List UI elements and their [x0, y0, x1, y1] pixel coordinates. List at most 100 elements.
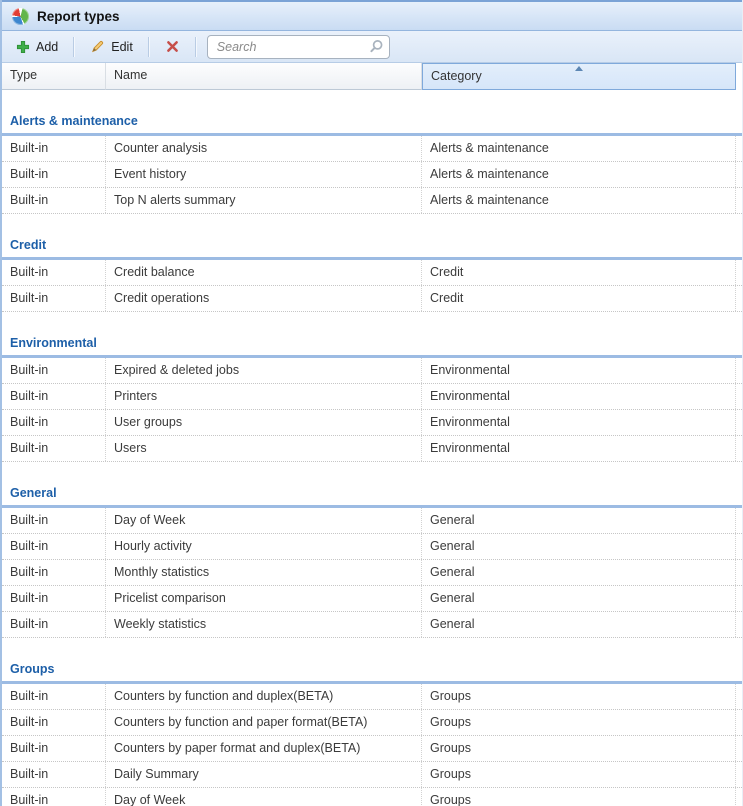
cell-name: Users: [106, 436, 422, 461]
table-row[interactable]: Built-inDaily SummaryGroups: [2, 762, 742, 788]
cell-name: Daily Summary: [106, 762, 422, 787]
row-filler: [736, 710, 742, 735]
table-row[interactable]: Built-inCounters by function and paper f…: [2, 710, 742, 736]
row-filler: [736, 384, 742, 409]
cell-name: Credit balance: [106, 260, 422, 285]
toolbar-separator: [73, 37, 75, 57]
row-filler: [736, 736, 742, 761]
row-filler: [736, 586, 742, 611]
add-button[interactable]: Add: [8, 36, 66, 58]
cell-type: Built-in: [2, 684, 106, 709]
cell-type: Built-in: [2, 508, 106, 533]
report-types-window: Report types Add Edit: [0, 0, 743, 806]
row-filler: [736, 188, 742, 213]
cell-category: General: [422, 508, 736, 533]
table-row[interactable]: Built-inHourly activityGeneral: [2, 534, 742, 560]
grid-header-row: Type Name Category: [2, 63, 742, 90]
magnifier-icon[interactable]: [368, 39, 384, 60]
group-header[interactable]: Environmental: [2, 312, 742, 358]
table-row[interactable]: Built-inPrintersEnvironmental: [2, 384, 742, 410]
cell-category: Credit: [422, 286, 736, 311]
row-filler: [736, 534, 742, 559]
add-button-label: Add: [36, 40, 58, 54]
cell-category: Environmental: [422, 358, 736, 383]
cell-name: Monthly statistics: [106, 560, 422, 585]
table-row[interactable]: Built-inDay of WeekGeneral: [2, 508, 742, 534]
group-header-label: Environmental: [10, 336, 97, 350]
cell-type: Built-in: [2, 410, 106, 435]
group-header-label: Alerts & maintenance: [10, 114, 138, 128]
row-filler: [736, 788, 742, 806]
cell-name: Event history: [106, 162, 422, 187]
red-x-icon: [165, 39, 180, 54]
row-filler: [736, 684, 742, 709]
cell-name: Counters by function and paper format(BE…: [106, 710, 422, 735]
cell-type: Built-in: [2, 260, 106, 285]
table-row[interactable]: Built-inCredit operationsCredit: [2, 286, 742, 312]
group-header[interactable]: Groups: [2, 638, 742, 684]
table-row[interactable]: Built-inCounter analysisAlerts & mainten…: [2, 136, 742, 162]
title-bar: Report types: [2, 0, 742, 31]
group-header[interactable]: Credit: [2, 214, 742, 260]
row-filler: [736, 162, 742, 187]
cell-category: Credit: [422, 260, 736, 285]
cell-category: Groups: [422, 762, 736, 787]
cell-name: User groups: [106, 410, 422, 435]
row-filler: [736, 136, 742, 161]
cell-category: General: [422, 534, 736, 559]
table-row[interactable]: Built-inExpired & deleted jobsEnvironmen…: [2, 358, 742, 384]
grid-body: Alerts & maintenanceBuilt-inCounter anal…: [2, 90, 742, 806]
cell-category: General: [422, 560, 736, 585]
group-header-label: Groups: [10, 662, 54, 676]
table-row[interactable]: Built-inMonthly statisticsGeneral: [2, 560, 742, 586]
cell-type: Built-in: [2, 358, 106, 383]
cell-name: Printers: [106, 384, 422, 409]
cell-type: Built-in: [2, 560, 106, 585]
table-row[interactable]: Built-inPricelist comparisonGeneral: [2, 586, 742, 612]
cell-category: Groups: [422, 684, 736, 709]
cell-category: General: [422, 586, 736, 611]
cell-name: Top N alerts summary: [106, 188, 422, 213]
group-header-label: General: [10, 486, 57, 500]
cell-category: Groups: [422, 710, 736, 735]
table-row[interactable]: Built-inDay of WeekGroups: [2, 788, 742, 806]
search-box: [207, 35, 390, 59]
cell-type: Built-in: [2, 534, 106, 559]
toolbar: Add Edit: [2, 31, 742, 63]
cell-category: Groups: [422, 788, 736, 806]
cell-type: Built-in: [2, 736, 106, 761]
cell-category: Environmental: [422, 436, 736, 461]
table-row[interactable]: Built-inUsersEnvironmental: [2, 436, 742, 462]
group-header-label: Credit: [10, 238, 46, 252]
cell-type: Built-in: [2, 162, 106, 187]
search-input[interactable]: [207, 35, 390, 59]
edit-button[interactable]: Edit: [82, 35, 141, 58]
column-header-name[interactable]: Name: [106, 63, 422, 90]
cell-name: Credit operations: [106, 286, 422, 311]
column-header-category[interactable]: Category: [422, 63, 736, 90]
table-row[interactable]: Built-inTop N alerts summaryAlerts & mai…: [2, 188, 742, 214]
table-row[interactable]: Built-inCredit balanceCredit: [2, 260, 742, 286]
cell-category: Alerts & maintenance: [422, 188, 736, 213]
row-filler: [736, 508, 742, 533]
group-header[interactable]: General: [2, 462, 742, 508]
table-row[interactable]: Built-inCounters by paper format and dup…: [2, 736, 742, 762]
cell-name: Pricelist comparison: [106, 586, 422, 611]
plus-icon: [16, 40, 30, 54]
cell-type: Built-in: [2, 436, 106, 461]
pie-chart-icon: [12, 8, 29, 25]
cell-type: Built-in: [2, 286, 106, 311]
column-header-type[interactable]: Type: [2, 63, 106, 90]
cell-type: Built-in: [2, 710, 106, 735]
table-row[interactable]: Built-inUser groupsEnvironmental: [2, 410, 742, 436]
table-row[interactable]: Built-inEvent historyAlerts & maintenanc…: [2, 162, 742, 188]
cell-name: Counter analysis: [106, 136, 422, 161]
table-row[interactable]: Built-inCounters by function and duplex(…: [2, 684, 742, 710]
pencil-icon: [90, 39, 105, 54]
edit-button-label: Edit: [111, 40, 133, 54]
delete-button[interactable]: [157, 35, 188, 58]
cell-type: Built-in: [2, 136, 106, 161]
group-header[interactable]: Alerts & maintenance: [2, 90, 742, 136]
cell-name: Counters by paper format and duplex(BETA…: [106, 736, 422, 761]
table-row[interactable]: Built-inWeekly statisticsGeneral: [2, 612, 742, 638]
